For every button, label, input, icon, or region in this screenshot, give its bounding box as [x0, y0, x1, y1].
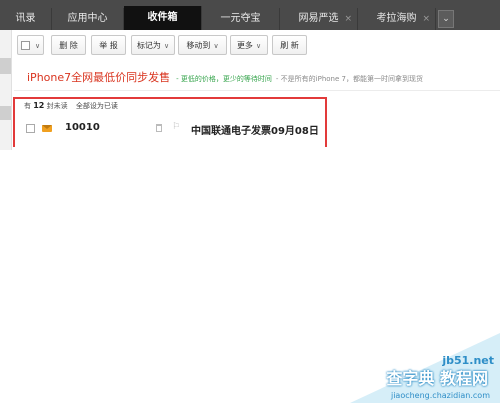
- tab-yanxuan[interactable]: 网易严选 ×: [280, 8, 358, 30]
- tab-app-center[interactable]: 应用中心: [52, 8, 124, 30]
- unread-summary: 有 12 封未读 全部设为已读: [24, 101, 118, 111]
- tab-label: 收件箱: [147, 12, 178, 23]
- chevron-down-icon: ∨: [34, 42, 41, 50]
- unread-count: 12: [33, 101, 45, 110]
- move-to-button[interactable]: 移动到 ∨: [178, 35, 227, 55]
- tab-label: 讯录: [15, 13, 36, 24]
- chevron-down-icon: ∨: [255, 42, 262, 50]
- flag-icon[interactable]: ⚐: [172, 122, 180, 132]
- tab-label: 考拉海购: [376, 13, 417, 24]
- sidebar-block: [0, 58, 11, 74]
- divider: [14, 90, 500, 91]
- unread-prefix: 有: [24, 102, 31, 110]
- mail-list-item[interactable]: ⋮ 10010 ⚐ 中国联通电子发票09月08日: [14, 118, 324, 140]
- close-icon[interactable]: ×: [422, 8, 430, 30]
- mark-as-label: 标记为: [136, 41, 161, 50]
- tab-label: 一元夺宝: [220, 13, 261, 24]
- tab-one-yuan[interactable]: 一元夺宝: [202, 8, 280, 30]
- mail-sender: 10010: [65, 122, 100, 133]
- mail-subject: 中国联通电子发票09月08日: [191, 126, 319, 137]
- promo-title: iPhone7全网最低价同步发售: [27, 71, 171, 84]
- tab-label: 网易严选: [298, 13, 339, 24]
- trash-icon[interactable]: [156, 124, 162, 132]
- more-button[interactable]: 更多 ∨: [230, 35, 268, 55]
- tab-contacts[interactable]: 讯录: [0, 8, 52, 30]
- promo-subtitle: - 更低的价格，更少的等待时间: [176, 75, 272, 83]
- watermark-logo-text: 查字典 教程网: [386, 369, 488, 388]
- select-all-button[interactable]: ∨: [17, 35, 44, 55]
- unread-suffix: 封未读: [46, 102, 68, 110]
- checkbox-icon: [20, 41, 30, 50]
- promo-note: - 不是所有的iPhone 7，都能第一时间拿到现货: [275, 75, 423, 83]
- tab-label: 应用中心: [67, 13, 108, 24]
- watermark: jb51.net 查字典 教程网 jiaocheng.chazidian.com: [350, 333, 500, 403]
- watermark-url: jiaocheng.chazidian.com: [390, 391, 490, 400]
- envelope-icon: [42, 125, 52, 132]
- mail-checkbox[interactable]: [26, 124, 35, 133]
- chevron-down-icon: ∨: [163, 42, 170, 50]
- move-to-label: 移动到: [186, 41, 211, 50]
- mark-all-read-link[interactable]: 全部设为已读: [76, 102, 118, 110]
- chevron-down-icon[interactable]: ⌄: [438, 10, 454, 28]
- close-icon[interactable]: ×: [344, 8, 352, 30]
- chevron-down-icon: ∨: [213, 42, 219, 50]
- promo-banner[interactable]: iPhone7全网最低价同步发售 - 更低的价格，更少的等待时间 - 不是所有的iP…: [27, 69, 423, 85]
- delete-button[interactable]: 删 除: [51, 35, 86, 55]
- tab-kaola[interactable]: 考拉海购 ×: [358, 8, 436, 30]
- left-sidebar-edge: [0, 30, 12, 150]
- top-tab-bar: 讯录 应用中心 收件箱 一元夺宝 网易严选 × 考拉海购 × ⌄: [0, 0, 500, 30]
- sidebar-block: [0, 106, 11, 120]
- more-label: 更多: [236, 41, 253, 50]
- refresh-button[interactable]: 刷 新: [272, 35, 307, 55]
- tab-inbox[interactable]: 收件箱: [124, 6, 202, 30]
- mark-as-button[interactable]: 标记为 ∨: [131, 35, 175, 55]
- report-button[interactable]: 举 报: [91, 35, 126, 55]
